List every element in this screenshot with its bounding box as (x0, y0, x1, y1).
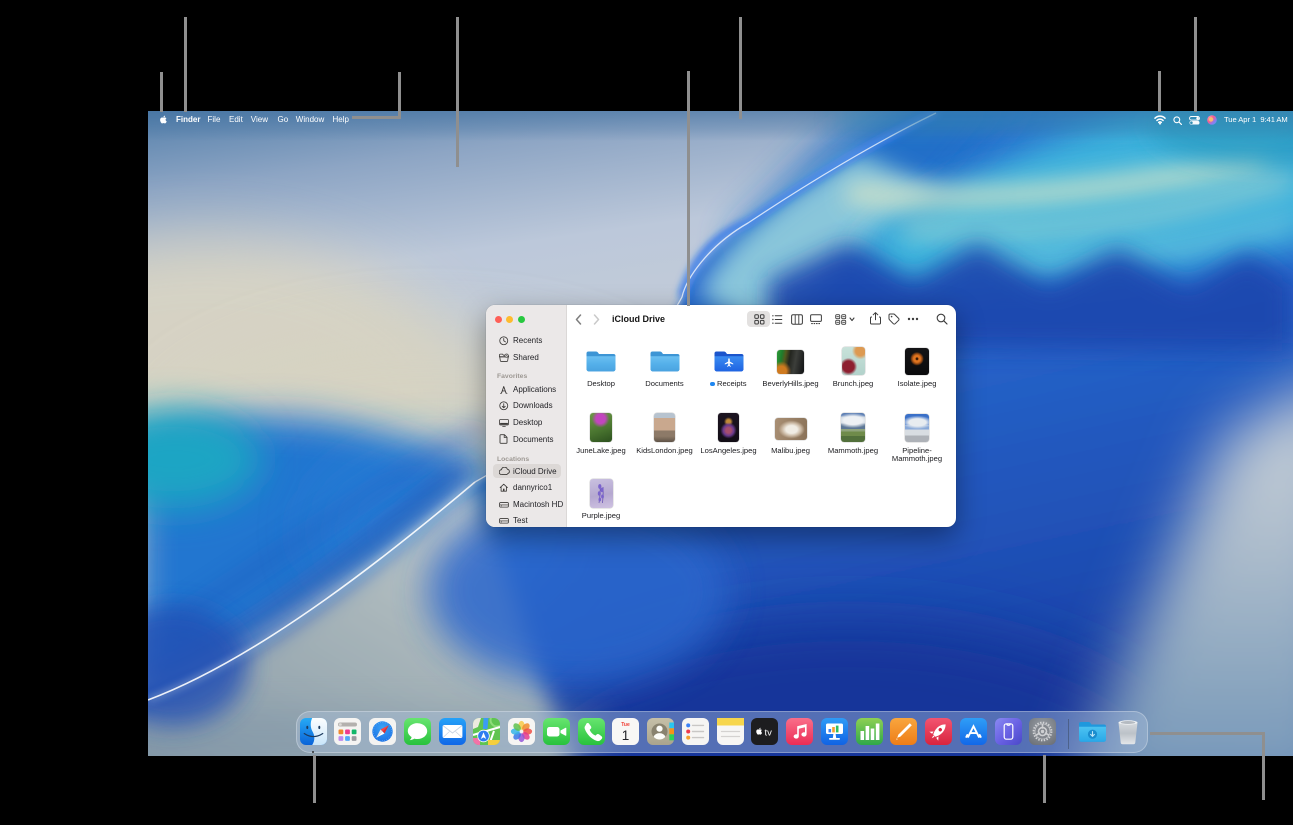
svg-text:tv: tv (765, 728, 773, 739)
svg-text:1: 1 (622, 728, 630, 743)
